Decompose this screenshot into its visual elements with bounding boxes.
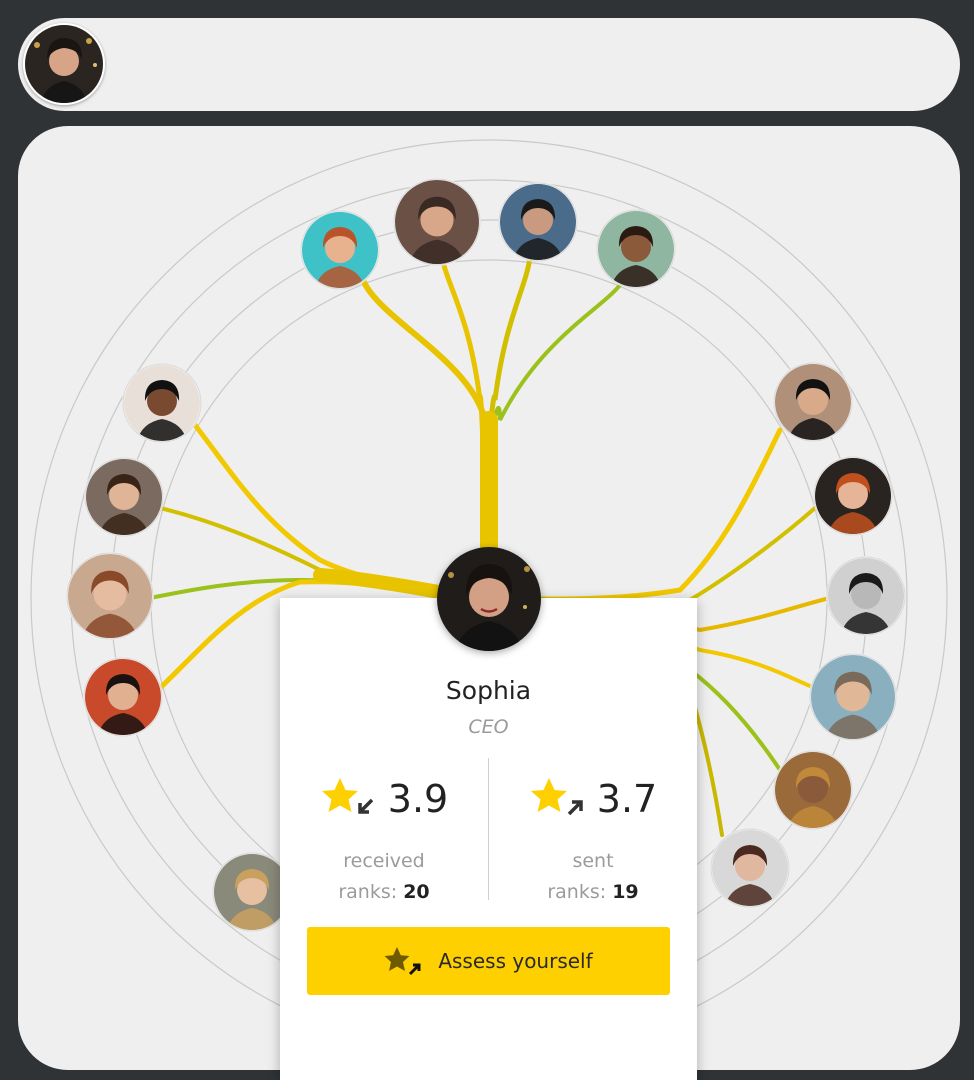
colleague-avatar[interactable] — [596, 209, 676, 291]
sent-stat: 3.7 sent ranks: 19 — [489, 770, 697, 908]
colleague-avatar[interactable] — [83, 657, 163, 739]
star-sent-icon — [530, 778, 583, 816]
assess-yourself-button[interactable]: Assess yourself — [307, 927, 670, 995]
star-received-icon — [321, 778, 374, 814]
sent-ranks-label: ranks: — [547, 881, 607, 903]
profile-role: CEO — [468, 716, 509, 738]
sent-score: 3.7 — [596, 777, 658, 821]
sent-ranks-count: 19 — [612, 881, 639, 903]
profile-name: Sophia — [445, 676, 532, 705]
colleague-avatar[interactable] — [498, 182, 578, 264]
colleague-avatar[interactable] — [809, 653, 897, 744]
profile-card: Sophia CEO 3.9 received ranks: 20 3.7 se… — [280, 598, 697, 1080]
received-ranks-label: ranks: — [338, 881, 398, 903]
received-stat: 3.9 received ranks: 20 — [280, 770, 488, 908]
received-label: received — [343, 850, 425, 872]
sent-label: sent — [572, 850, 614, 872]
colleague-avatar[interactable] — [826, 556, 906, 638]
colleague-avatar[interactable] — [813, 456, 893, 538]
profile-avatar[interactable] — [437, 547, 541, 651]
assess-yourself-label: Assess yourself — [438, 949, 593, 973]
colleague-avatar[interactable] — [66, 552, 154, 643]
colleague-avatar[interactable] — [84, 457, 164, 539]
colleague-avatar[interactable] — [393, 178, 481, 269]
colleague-avatar[interactable] — [773, 362, 853, 444]
colleague-avatar[interactable] — [710, 828, 790, 910]
received-score: 3.9 — [387, 777, 449, 821]
star-assess-icon — [384, 947, 421, 976]
received-ranks-count: 20 — [403, 881, 430, 903]
colleague-avatar[interactable] — [122, 363, 202, 445]
colleague-avatar[interactable] — [773, 750, 853, 832]
colleague-avatar[interactable] — [300, 210, 380, 292]
